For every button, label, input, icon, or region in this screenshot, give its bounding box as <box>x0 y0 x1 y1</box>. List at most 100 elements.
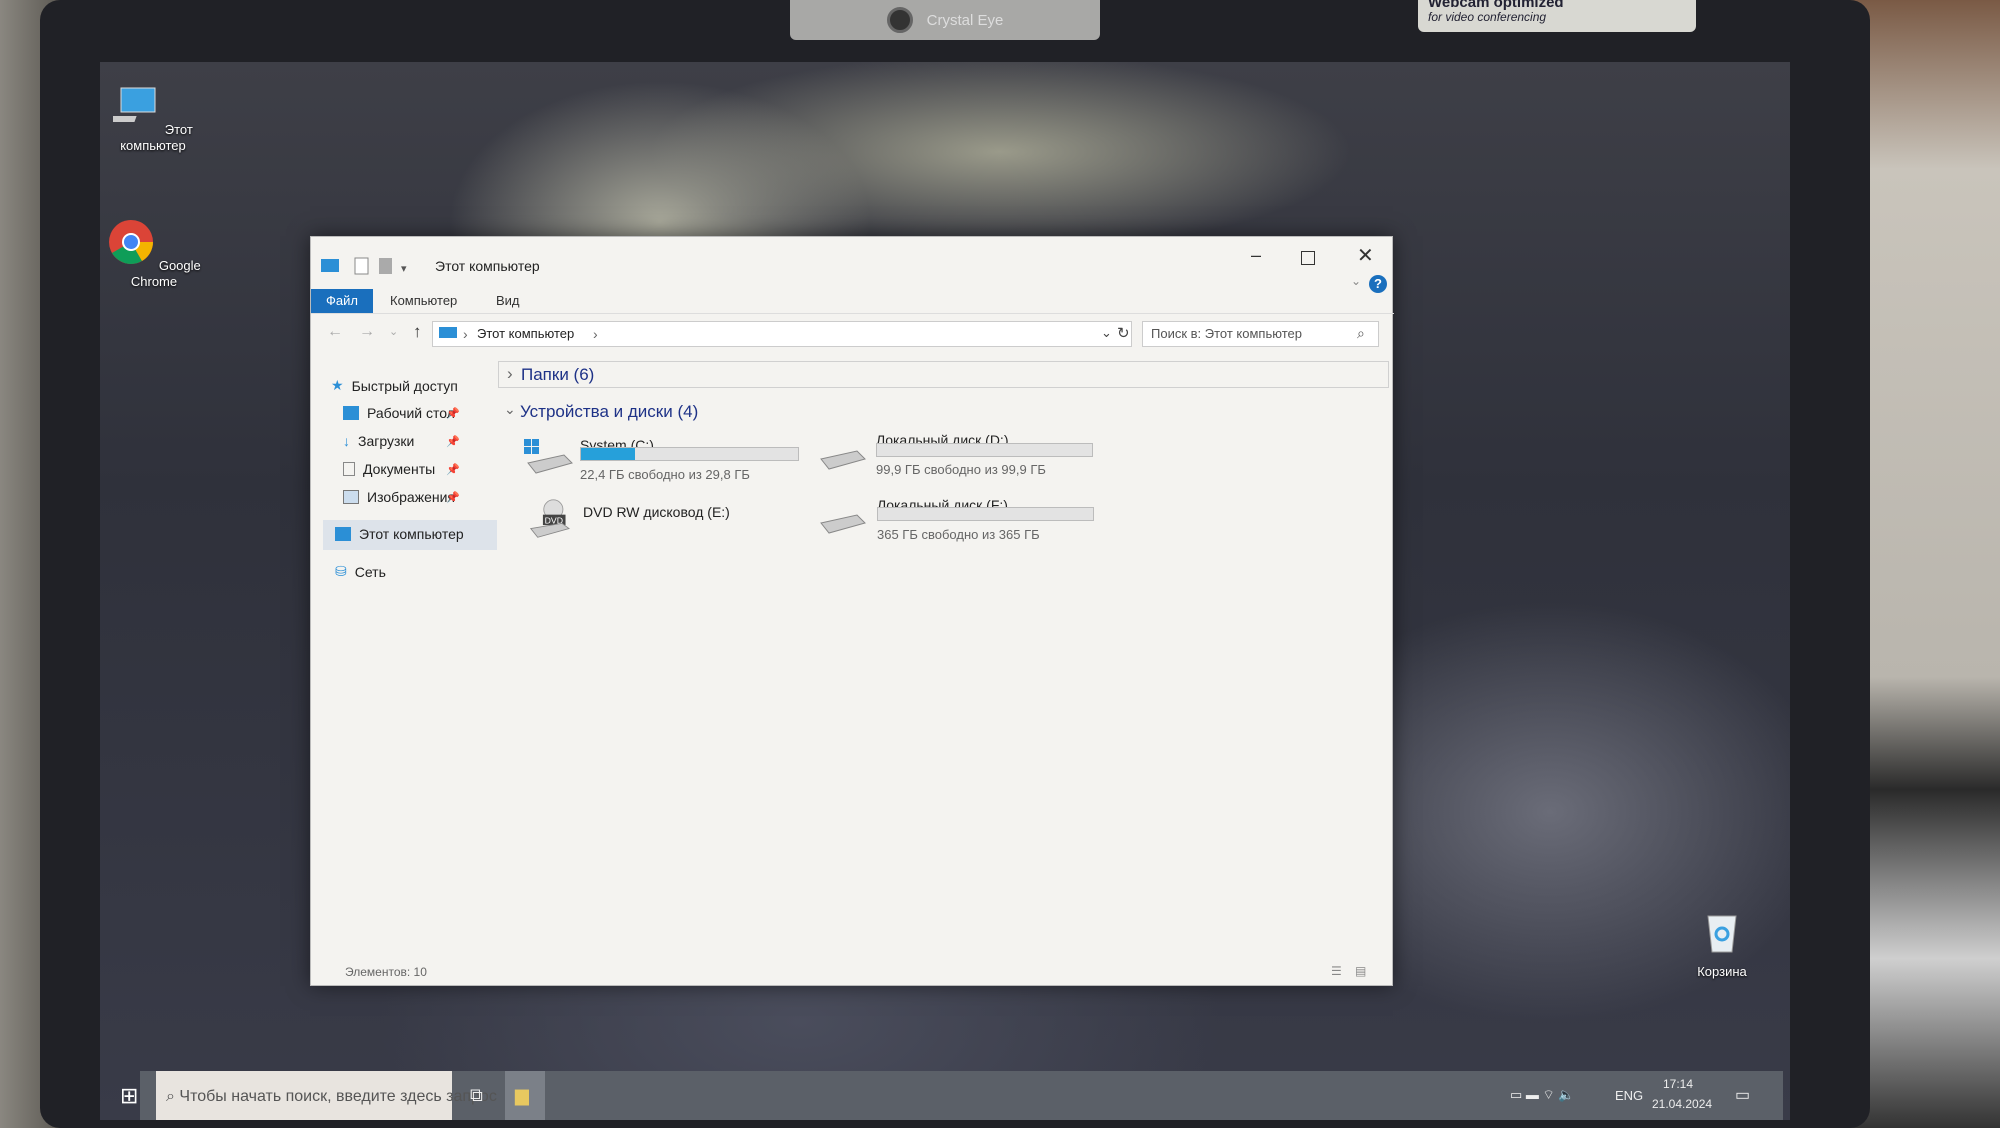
expand-chevron-icon: › <box>507 364 513 383</box>
desktop-icon-label: Корзина <box>1697 964 1747 979</box>
nav-item-documents[interactable]: Документы <box>343 461 435 477</box>
network-icon: ⛁ <box>335 563 347 579</box>
pin-icon[interactable]: 📌 <box>446 435 460 448</box>
drive-c[interactable]: System (C:) 22,4 ГБ свободно из 29,8 ГБ <box>516 433 806 493</box>
ribbon-expand-chevron-icon[interactable]: ⌄ <box>1351 274 1361 288</box>
camera-label-text: Crystal Eye <box>926 11 1004 29</box>
search-placeholder: Чтобы начать поиск, введите здесь запрос <box>179 1088 497 1105</box>
folders-group-header[interactable]: › Папки (6) <box>498 361 1389 388</box>
search-icon: ⌕ <box>1357 325 1365 341</box>
window-title: Этот компьютер <box>435 258 540 274</box>
start-windows-icon[interactable]: ⊞ <box>120 1083 138 1109</box>
drive-free-space: 22,4 ГБ свободно из 29,8 ГБ <box>580 467 750 482</box>
hard-drive-icon <box>820 450 866 470</box>
drive-f[interactable]: Локальный диск (F:) 365 ГБ свободно из 3… <box>811 491 1101 551</box>
close-button[interactable]: ✕ <box>1357 243 1374 268</box>
folder-icon: ▆ <box>515 1085 529 1105</box>
drive-usage-bar <box>877 507 1094 521</box>
drive-free-space: 365 ГБ свободно из 365 ГБ <box>877 527 1040 542</box>
desktop-icon-recycle-bin[interactable]: Корзина <box>1672 908 1772 980</box>
search-input[interactable]: Поиск в: Этот компьютер ⌕ <box>1142 321 1379 347</box>
quick-access-toolbar: ▾ <box>321 257 407 275</box>
camera-lens-icon <box>886 7 913 33</box>
devices-group-header[interactable]: ⌄ Устройства и диски (4) <box>498 399 1389 425</box>
tray-icons[interactable]: ▭ ▬ ⌔ 🔈 <box>1510 1087 1575 1103</box>
star-icon: ★ <box>331 377 344 393</box>
nav-label: Этот компьютер <box>359 526 464 542</box>
minimize-button[interactable]: – <box>1251 245 1261 266</box>
breadcrumb-this-pc[interactable]: Этот компьютер <box>477 326 574 341</box>
download-arrow-icon: ↓ <box>343 433 350 449</box>
screen: Этот компьютер Google Chrome Корзина ▾ Э… <box>100 62 1790 1120</box>
maximize-button[interactable] <box>1301 251 1315 265</box>
computer-icon <box>335 527 351 541</box>
address-dropdown-icon[interactable]: ⌄ <box>1101 325 1112 341</box>
details-view-icon[interactable]: ☰ <box>1331 964 1342 978</box>
tab-computer[interactable]: Компьютер <box>390 289 457 313</box>
help-icon[interactable]: ? <box>1369 275 1387 293</box>
nav-network[interactable]: ⛁ Сеть <box>335 563 386 580</box>
tab-view[interactable]: Вид <box>496 289 520 313</box>
sticker-title: Webcam optimized <box>1428 0 1564 11</box>
nav-item-pictures[interactable]: Изображения <box>343 489 455 505</box>
breadcrumb-separator: › <box>593 326 598 342</box>
pin-icon[interactable]: 📌 <box>446 491 460 504</box>
task-view-icon[interactable]: ⧉ <box>470 1085 483 1106</box>
forward-button[interactable]: → <box>359 323 375 341</box>
system-drive-icon <box>524 439 573 474</box>
pictures-icon <box>343 490 359 504</box>
drive-name: DVD RW дисковод (E:) <box>583 504 730 520</box>
webcam-sticker: Webcam optimized for video conferencing <box>1418 0 1696 32</box>
refresh-icon[interactable]: ↻ <box>1117 324 1130 342</box>
sticker-subtitle: for video conferencing <box>1428 10 1547 24</box>
nav-label: Сеть <box>354 563 386 580</box>
nav-label: Быстрый доступ <box>351 377 458 394</box>
nav-label: Загрузки <box>358 433 415 449</box>
devices-group-label: Устройства и диски (4) <box>520 402 699 421</box>
taskbar: ⊞ ⌕ Чтобы начать поиск, введите здесь за… <box>120 1071 1783 1120</box>
svg-text:▾: ▾ <box>401 263 407 275</box>
taskbar-search-input[interactable]: ⌕ Чтобы начать поиск, введите здесь запр… <box>156 1071 497 1120</box>
camera-label: Crystal Eye <box>790 0 1100 40</box>
folders-group-label: Папки (6) <box>521 365 595 384</box>
up-button[interactable]: ↑ <box>413 322 422 342</box>
computer-icon <box>439 327 457 338</box>
drive-usage-bar <box>580 447 799 461</box>
hard-drive-icon <box>820 514 866 534</box>
nav-label: Изображения <box>367 489 455 505</box>
chrome-icon <box>109 220 154 264</box>
large-icons-view-icon[interactable]: ▤ <box>1355 964 1366 978</box>
taskbar-file-explorer[interactable]: ▆ <box>505 1071 545 1120</box>
address-bar[interactable]: › Этот компьютер › ⌄ ↻ <box>432 321 1132 347</box>
back-button[interactable]: ← <box>327 323 343 341</box>
drive-d[interactable]: Локальный диск (D:) 99,9 ГБ свободно из … <box>811 427 1101 487</box>
pin-icon[interactable]: 📌 <box>446 407 460 420</box>
pin-icon[interactable]: 📌 <box>446 463 460 476</box>
desktop-icon-this-pc[interactable]: Этот компьютер <box>103 82 203 154</box>
desktop-icon-chrome[interactable]: Google Chrome <box>104 218 204 290</box>
drive-e[interactable]: DVD DVD RW дисковод (E:) <box>516 499 806 559</box>
computer-icon <box>104 87 156 122</box>
file-explorer-window: ▾ Этот компьютер – ✕ ⌄ ? Файл Компьютер … <box>310 236 1394 986</box>
nav-this-pc[interactable]: Этот компьютер <box>335 526 464 542</box>
drive-usage-bar <box>876 443 1093 457</box>
collapse-chevron-icon: ⌄ <box>504 401 516 417</box>
nav-quick-access[interactable]: ★ Быстрый доступ <box>331 377 458 394</box>
language-indicator[interactable]: ENG <box>1615 1088 1643 1103</box>
recycle-bin-icon <box>1707 915 1737 953</box>
dvd-drive-icon: DVD <box>529 499 570 538</box>
drive-free-space: 99,9 ГБ свободно из 99,9 ГБ <box>876 462 1046 477</box>
clock-date[interactable]: 21.04.2024 <box>1652 1097 1712 1111</box>
nav-label: Рабочий стол <box>367 405 455 421</box>
recent-locations-chevron-icon[interactable]: ⌄ <box>389 325 398 338</box>
breadcrumb-separator: › <box>463 326 468 342</box>
clock-time[interactable]: 17:14 <box>1663 1077 1693 1091</box>
ribbon-divider <box>311 313 1394 314</box>
nav-item-desktop[interactable]: Рабочий стол <box>343 405 455 421</box>
tab-file[interactable]: Файл <box>311 289 373 313</box>
nav-item-downloads[interactable]: ↓ Загрузки <box>343 433 414 449</box>
notifications-icon[interactable]: ▭ <box>1735 1085 1750 1105</box>
nav-label: Документы <box>363 461 436 477</box>
desktop-folder-icon <box>343 406 359 420</box>
drive-usage-fill <box>581 448 635 460</box>
